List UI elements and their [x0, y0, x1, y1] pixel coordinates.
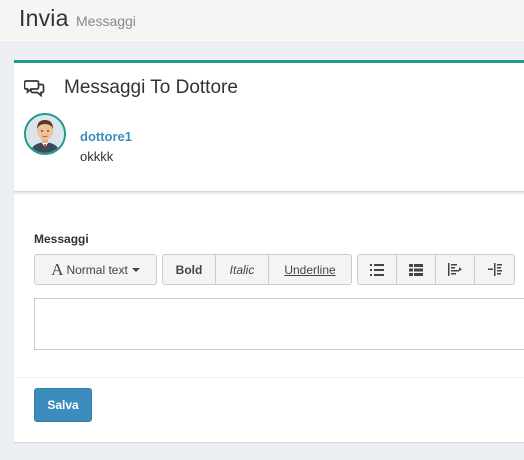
message-username[interactable]: dottore1: [80, 129, 132, 144]
message-form-box: Messaggi A Normal text Bold Italic Under…: [14, 194, 524, 442]
underline-label: Underline: [284, 262, 336, 277]
italic-label: Italic: [229, 262, 255, 277]
save-label: Salva: [47, 398, 79, 412]
font-size-group: A Normal text: [34, 254, 157, 286]
indent-icon: [487, 263, 502, 276]
outdent-button[interactable]: [436, 254, 475, 285]
ordered-list-button[interactable]: [397, 254, 436, 285]
box-footer-divider: [14, 377, 524, 378]
message-editor[interactable]: [34, 298, 524, 350]
save-button[interactable]: Salva: [34, 388, 92, 422]
page-subtitle: Messaggi: [76, 13, 136, 29]
font-size-dropdown[interactable]: A Normal text: [34, 254, 157, 285]
message-text: okkkk: [80, 149, 114, 164]
emphasis-group: Bold Italic Underline: [162, 254, 352, 286]
unordered-list-button[interactable]: [357, 254, 397, 285]
content-header: Invia Messaggi: [0, 0, 524, 43]
message-field-label: Messaggi: [34, 232, 89, 246]
page-title: Invia: [19, 5, 69, 31]
list-group: [357, 254, 515, 286]
outdent-icon: [448, 263, 462, 276]
ordered-list-icon: [409, 263, 423, 276]
box-title: Messaggi To Dottore: [64, 77, 238, 98]
bold-label: Bold: [175, 262, 203, 277]
caret-down-icon: [131, 267, 140, 272]
underline-button[interactable]: Underline: [269, 254, 352, 285]
avatar: [24, 113, 66, 155]
messages-box: Messaggi To Dottore dottore1 okkkk: [14, 60, 524, 191]
indent-button[interactable]: [475, 254, 515, 285]
bold-button[interactable]: Bold: [162, 254, 216, 285]
font-icon: A: [51, 259, 64, 279]
italic-button[interactable]: Italic: [216, 254, 269, 285]
unordered-list-icon: [370, 263, 384, 276]
comments-icon: [24, 79, 46, 97]
font-size-label: Normal text: [66, 262, 128, 277]
